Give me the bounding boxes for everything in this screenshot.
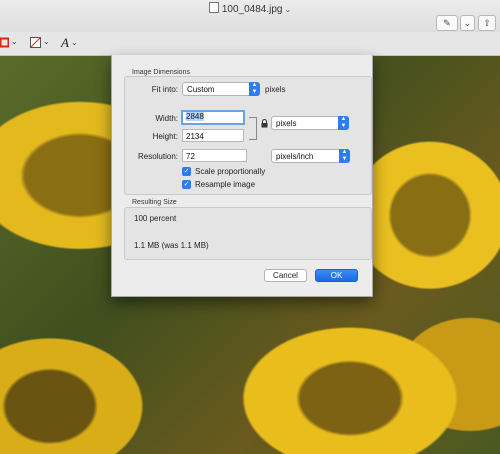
fit-into-unit-label: pixels — [265, 85, 286, 94]
lock-icon[interactable] — [261, 119, 268, 128]
shape-style-tool[interactable]: ⌄ — [0, 37, 18, 50]
width-field[interactable]: 2848 — [181, 110, 245, 125]
result-group-title: Resulting Size — [132, 199, 177, 206]
adjust-size-dialog: Image Dimensions Fit into: Custom ▲ ▼ pix… — [111, 55, 373, 297]
select-arrows-icon: ▲ ▼ — [338, 116, 349, 130]
resolution-label: Resolution: — [137, 152, 178, 161]
window-title[interactable]: 100_0484.jpg ⌄ — [0, 2, 500, 15]
share-icon: ⇧ — [483, 18, 491, 28]
resample-image-checkbox[interactable]: ✓ — [182, 180, 191, 189]
width-label: Width: — [155, 114, 178, 123]
title-bar: 100_0484.jpg ⌄ ✎ ⌄ ⇧ — [0, 0, 500, 32]
fill-color-icon — [30, 37, 41, 48]
pen-icon: ✎ — [443, 18, 451, 28]
height-value: 2134 — [186, 132, 204, 141]
fill-color-tool[interactable]: ⌄ — [30, 37, 50, 50]
proportion-link-bracket — [249, 117, 257, 140]
chevron-down-icon: ⌄ — [70, 38, 78, 47]
height-label: Height: — [152, 132, 178, 141]
chevron-down-icon: ⌄ — [43, 37, 50, 46]
chevron-down-icon: ⌄ — [284, 5, 292, 14]
size-unit-select[interactable]: pixels ▲ ▼ — [271, 116, 349, 130]
fit-into-value: Custom — [187, 85, 215, 94]
resolution-value: 72 — [186, 152, 195, 161]
window-title-text: 100_0484.jpg — [221, 4, 283, 15]
cancel-button[interactable]: Cancel — [264, 269, 307, 282]
ok-button[interactable]: OK — [315, 269, 358, 282]
share-button[interactable]: ⇧ — [478, 15, 496, 31]
fit-into-select[interactable]: Custom ▲ ▼ — [182, 82, 260, 96]
font-icon: A — [61, 35, 69, 50]
scale-proportionally-checkbox[interactable]: ✓ — [182, 167, 191, 176]
result-percent: 100 percent — [134, 214, 177, 223]
markup-menu-button[interactable]: ⌄ — [460, 15, 475, 31]
result-size: 1.1 MB (was 1.1 MB) — [134, 241, 209, 250]
document-icon — [208, 2, 219, 13]
width-value: 2848 — [186, 112, 204, 121]
resample-image-label: Resample image — [195, 180, 256, 189]
markup-toolbar: ⌄ ⌄ A ⌄ — [0, 32, 500, 56]
scale-proportionally-label: Scale proportionally — [195, 167, 266, 176]
chevron-down-icon: ⌄ — [11, 37, 18, 46]
checkmark-icon: ✓ — [183, 168, 190, 175]
dimensions-group-title: Image Dimensions — [132, 69, 190, 76]
border-color-icon — [0, 37, 10, 48]
resolution-field[interactable]: 72 — [182, 149, 247, 162]
resolution-unit-value: pixels/inch — [276, 152, 314, 161]
height-field[interactable]: 2134 — [182, 129, 244, 142]
select-arrows-icon: ▲ ▼ — [339, 149, 350, 163]
select-arrows-icon: ▲ ▼ — [249, 82, 260, 96]
resolution-unit-select[interactable]: pixels/inch ▲ ▼ — [271, 149, 350, 163]
markup-button[interactable]: ✎ — [436, 15, 458, 31]
size-unit-value: pixels — [276, 119, 297, 128]
text-style-tool[interactable]: A ⌄ — [61, 35, 78, 50]
checkmark-icon: ✓ — [183, 181, 190, 188]
chevron-down-icon: ⌄ — [463, 18, 472, 28]
fit-into-label: Fit into: — [151, 85, 178, 94]
